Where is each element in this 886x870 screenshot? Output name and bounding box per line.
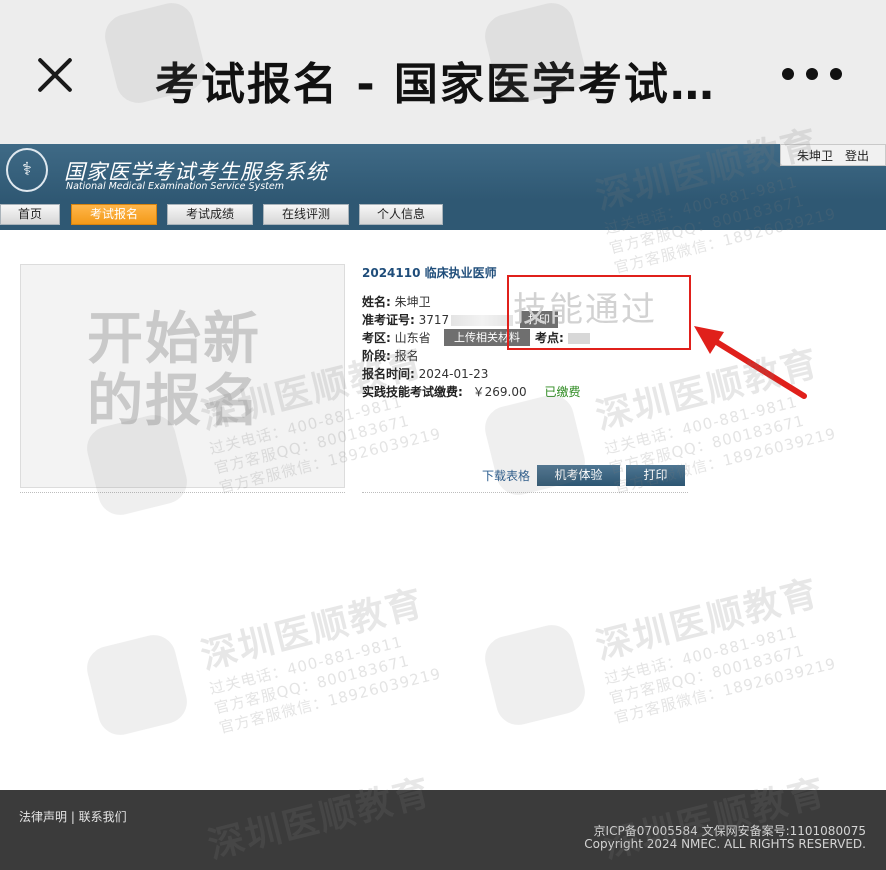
print-button[interactable]: 打印 <box>626 465 685 486</box>
date-field: 报名时间: 2024-01-23 <box>362 365 488 382</box>
stage-field: 阶段: 报名 <box>362 347 419 364</box>
nav-personal-info[interactable]: 个人信息 <box>359 204 443 225</box>
stage-label: 阶段: <box>362 349 391 363</box>
nav-exam-scores[interactable]: 考试成绩 <box>167 204 253 225</box>
highlight-box <box>507 275 691 350</box>
fee-value: ￥269.00 <box>472 385 527 399</box>
divider <box>362 492 688 493</box>
caduceus-emblem-icon: ⚕ <box>6 148 48 192</box>
stage-value: 报名 <box>394 349 419 363</box>
site-header: ⚕ 国家医学考试考生服务系统 National Medical Examinat… <box>0 144 886 200</box>
user-name: 朱坤卫 <box>797 148 834 163</box>
more-options-icon[interactable] <box>782 64 842 84</box>
close-icon[interactable] <box>30 50 80 100</box>
user-box: 朱坤卫 登出 <box>780 144 886 166</box>
site-footer: 法律声明 | 联系我们 京ICP备07005584 文保网安备案号:110108… <box>0 790 886 870</box>
footer-copyright: Copyright 2024 NMEC. ALL RIGHTS RESERVED… <box>584 837 866 851</box>
site-subtitle: National Medical Examination Service Sys… <box>66 181 284 192</box>
nav-online-assessment[interactable]: 在线评测 <box>263 204 349 225</box>
new-registration-card[interactable]: 开始新的报名 <box>20 264 345 488</box>
divider <box>20 492 345 493</box>
region-field: 考区: 山东省 <box>362 329 431 346</box>
new-registration-label: 开始新的报名 <box>87 307 261 434</box>
main-nav: 首页 考试报名 考试成绩 在线评测 个人信息 <box>0 200 886 230</box>
name-field: 姓名: 朱坤卫 <box>362 293 431 310</box>
wechat-titlebar: 考试报名 - 国家医学考试… <box>0 0 886 140</box>
fee-field: 实践技能考试缴费: ￥269.00 已缴费 <box>362 383 580 400</box>
ticket-value: 3717 <box>418 313 450 327</box>
registration-content: 开始新的报名 2024110 临床执业医师 姓名: 朱坤卫 准考证号: 3717… <box>0 238 886 783</box>
ticket-label: 准考证号: <box>362 313 415 327</box>
nav-exam-registration[interactable]: 考试报名 <box>71 204 157 225</box>
region-value: 山东省 <box>394 331 431 345</box>
nav-home[interactable]: 首页 <box>0 204 60 225</box>
fee-label: 实践技能考试缴费: <box>362 385 463 399</box>
red-arrow-icon <box>694 326 807 399</box>
wechat-page-title: 考试报名 - 国家医学考试… <box>155 59 716 110</box>
fee-status-badge: 已缴费 <box>544 385 581 399</box>
region-label: 考区: <box>362 331 391 345</box>
exam-title: 2024110 临床执业医师 <box>362 266 497 280</box>
name-label: 姓名: <box>362 295 391 309</box>
logout-link[interactable]: 登出 <box>845 147 869 164</box>
date-label: 报名时间: <box>362 367 415 381</box>
date-value: 2024-01-23 <box>418 367 489 381</box>
footer-links[interactable]: 法律声明 | 联系我们 <box>19 808 127 825</box>
download-form-link[interactable]: 下载表格 <box>482 467 530 484</box>
ticket-field: 准考证号: 3717 <box>362 311 514 328</box>
trial-exam-button[interactable]: 机考体验 <box>537 465 620 486</box>
name-value: 朱坤卫 <box>394 295 431 309</box>
redacted-block <box>451 315 514 326</box>
